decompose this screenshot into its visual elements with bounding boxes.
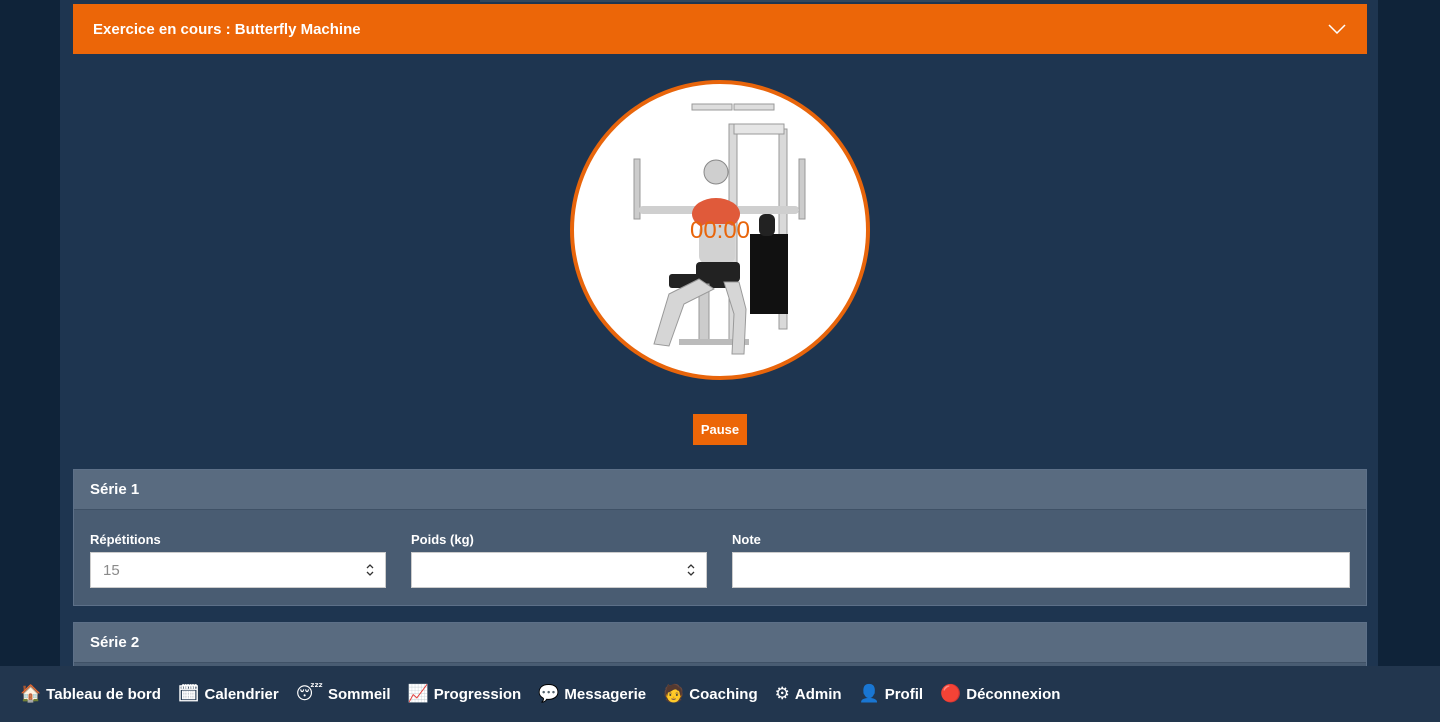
speech-bubble-icon: 💬: [538, 684, 560, 704]
user-icon: 👤: [858, 684, 880, 704]
left-gutter: [0, 0, 60, 722]
repetitions-value: 15: [103, 561, 120, 579]
stepper-icon[interactable]: [365, 561, 375, 579]
exercise-header[interactable]: Exercice en cours : Butterfly Machine: [73, 4, 1367, 54]
repetitions-label: Répétitions: [90, 532, 161, 547]
nav-label: Progression: [433, 685, 522, 703]
nav-profil[interactable]: 👤 Profil: [859, 684, 924, 704]
nav-calendrier[interactable]: 🗓 Calendrier: [178, 684, 279, 704]
poids-field: Poids (kg): [411, 532, 707, 588]
gear-icon: ⚙: [774, 684, 790, 704]
nav-label: Calendrier: [204, 685, 279, 703]
repetitions-input[interactable]: 15: [90, 552, 386, 588]
stepper-icon[interactable]: [686, 561, 696, 579]
chevron-down-icon[interactable]: [1327, 22, 1347, 36]
exercise-title: Exercice en cours : Butterfly Machine: [93, 20, 361, 38]
note-label: Note: [732, 532, 761, 547]
nav-label: Admin: [794, 685, 842, 703]
nav-label: Déconnexion: [966, 685, 1061, 703]
serie-1-card: Série 1 Répétitions 15 Poids (kg) Note: [73, 469, 1367, 606]
nav-label: Coaching: [689, 685, 758, 703]
pause-button[interactable]: Pause: [693, 414, 747, 445]
note-field: Note: [732, 532, 1350, 588]
nav-label: Profil: [884, 685, 924, 703]
bottom-navigation: 🏠 Tableau de bord 🗓 Calendrier 😴 Sommeil…: [0, 666, 1440, 722]
nav-deconnexion[interactable]: 🔴 Déconnexion: [940, 684, 1060, 704]
nav-messagerie[interactable]: 💬 Messagerie: [538, 684, 646, 704]
nav-tableau-de-bord[interactable]: 🏠 Tableau de bord: [20, 684, 161, 704]
coach-icon: 🧑: [663, 684, 685, 704]
nav-progression[interactable]: 📈 Progression: [408, 684, 522, 704]
chart-up-icon: 📈: [407, 684, 429, 704]
nav-sommeil[interactable]: 😴 Sommeil: [296, 684, 391, 704]
nav-coaching[interactable]: 🧑 Coaching: [663, 684, 758, 704]
house-icon: 🏠: [20, 684, 42, 704]
poids-input[interactable]: [411, 552, 707, 588]
poids-label: Poids (kg): [411, 532, 474, 547]
serie-1-header[interactable]: Série 1: [74, 470, 1366, 510]
red-circle-icon: 🔴: [940, 684, 962, 704]
note-input[interactable]: [732, 552, 1350, 588]
top-scroll-indicator: [480, 0, 960, 2]
timer-display: 00:00: [689, 217, 751, 244]
nav-admin[interactable]: ⚙ Admin: [775, 684, 842, 704]
repetitions-field: Répétitions 15: [90, 532, 386, 588]
exercise-image-timer: 00:00: [570, 80, 870, 380]
main-panel: Exercice en cours : Butterfly Machine 00…: [60, 0, 1378, 722]
nav-label: Sommeil: [327, 685, 391, 703]
right-gutter: [1378, 0, 1440, 722]
nav-label: Messagerie: [564, 685, 647, 703]
calendar-icon: 🗓: [177, 684, 200, 704]
sleeping-face-icon: 😴: [295, 684, 323, 704]
serie-2-header[interactable]: Série 2: [74, 623, 1366, 663]
nav-label: Tableau de bord: [46, 685, 161, 703]
